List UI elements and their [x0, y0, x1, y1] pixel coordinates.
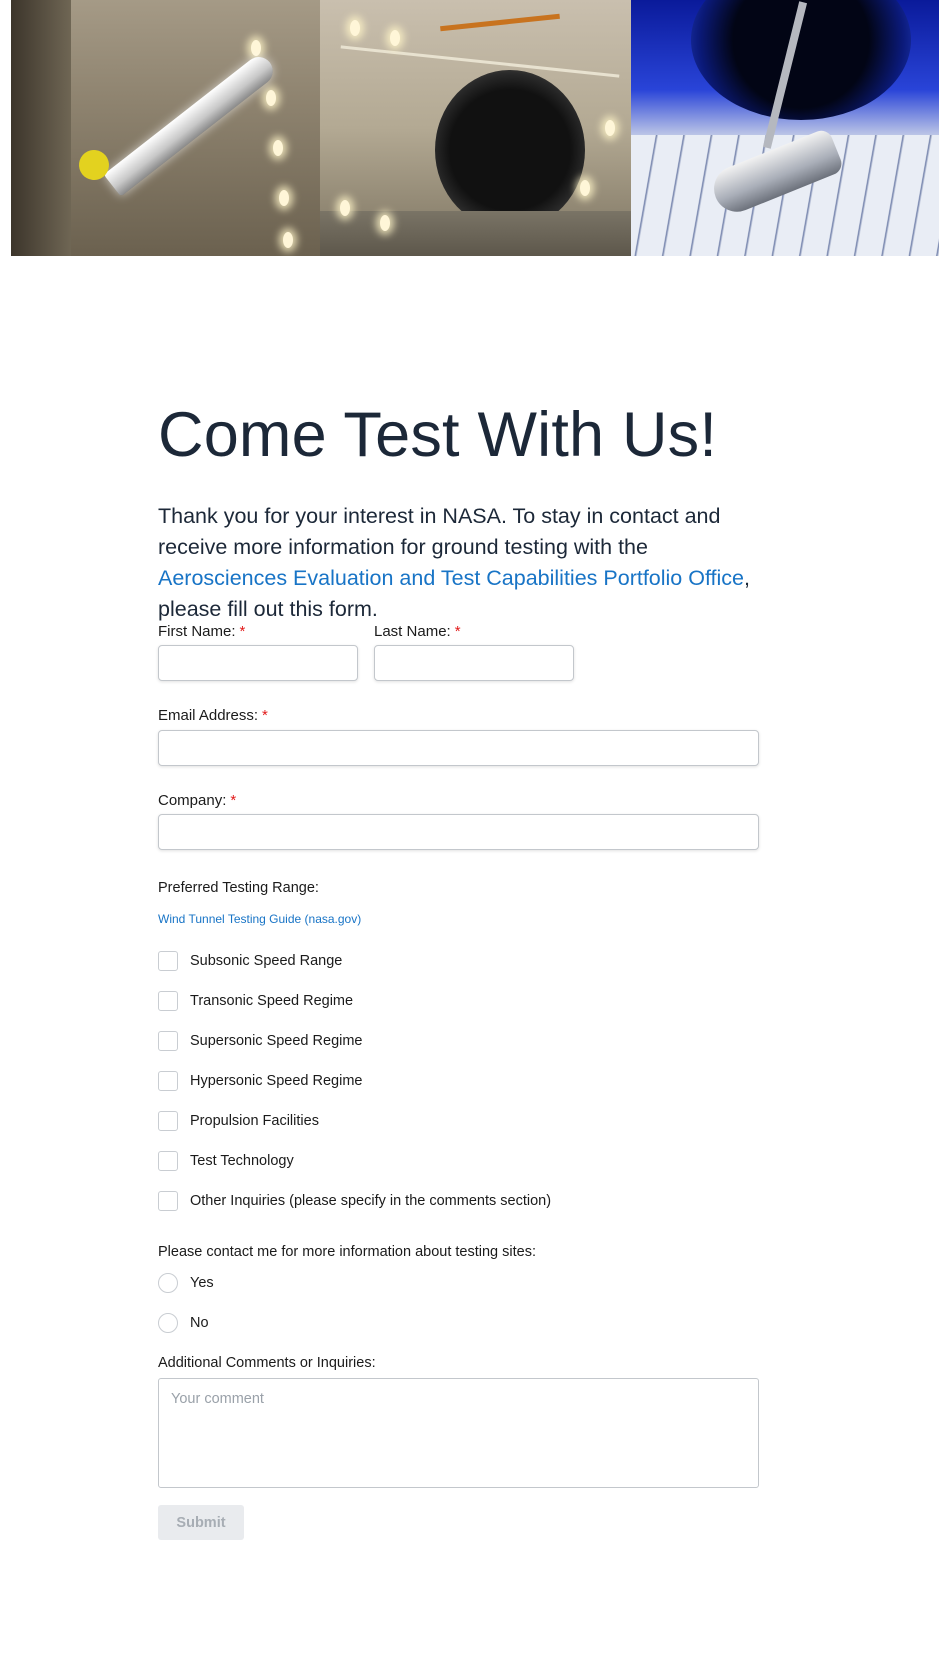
company-label: Company: * [158, 792, 237, 809]
checkbox[interactable] [158, 1191, 178, 1211]
option-label: Subsonic Speed Range [190, 953, 343, 969]
option-label: Other Inquiries (please specify in the c… [190, 1193, 552, 1209]
last-name-input[interactable] [374, 645, 574, 681]
hero-image-aircraft-model [631, 0, 939, 256]
checkbox[interactable] [158, 951, 178, 971]
contact-label: Please contact me for more information a… [158, 1244, 536, 1260]
page-title: Come Test With Us! [158, 400, 718, 470]
option-hypersonic[interactable]: Hypersonic Speed Regime [158, 1071, 362, 1091]
option-label: Test Technology [190, 1153, 294, 1169]
option-subsonic[interactable]: Subsonic Speed Range [158, 951, 342, 971]
option-label: No [190, 1315, 209, 1331]
checkbox[interactable] [158, 1071, 178, 1091]
option-supersonic[interactable]: Supersonic Speed Regime [158, 1031, 363, 1051]
first-name-label: First Name: * [158, 623, 246, 640]
option-label: Supersonic Speed Regime [190, 1033, 363, 1049]
option-label: Transonic Speed Regime [190, 993, 354, 1009]
email-label: Email Address: * [158, 707, 268, 724]
checkbox[interactable] [158, 1031, 178, 1051]
option-transonic[interactable]: Transonic Speed Regime [158, 991, 353, 1011]
option-other-inquiries[interactable]: Other Inquiries (please specify in the c… [158, 1191, 551, 1211]
hero-image-wind-tunnel [320, 0, 631, 256]
hero-banner [11, 0, 939, 256]
email-input[interactable] [158, 730, 759, 766]
submit-button[interactable]: Submit [158, 1505, 244, 1540]
contact-yes[interactable]: Yes [158, 1273, 214, 1293]
intro-text: Thank you for your interest in NASA. To … [158, 501, 768, 625]
portfolio-office-link[interactable]: Aerosciences Evaluation and Test Capabil… [158, 566, 744, 590]
option-propulsion[interactable]: Propulsion Facilities [158, 1111, 319, 1131]
form-header: Come Test With Us! Thank you for your in… [158, 404, 768, 625]
required-marker: * [454, 623, 461, 640]
testing-range-label: Preferred Testing Range: [158, 880, 319, 896]
intro-text-before: Thank you for your interest in NASA. To … [158, 504, 721, 559]
radio-button[interactable] [158, 1273, 178, 1293]
option-label: Hypersonic Speed Regime [190, 1073, 363, 1089]
first-name-input[interactable] [158, 645, 358, 681]
checkbox[interactable] [158, 1111, 178, 1131]
checkbox[interactable] [158, 991, 178, 1011]
last-name-label: Last Name: * [374, 623, 461, 640]
required-marker: * [239, 623, 246, 640]
hero-image-rocket-model [11, 0, 320, 256]
wind-tunnel-guide-link[interactable]: Wind Tunnel Testing Guide (nasa.gov) [158, 912, 361, 926]
company-input[interactable] [158, 814, 759, 850]
required-marker: * [230, 792, 237, 809]
option-test-technology[interactable]: Test Technology [158, 1151, 294, 1171]
option-label: Yes [190, 1275, 214, 1291]
comments-textarea[interactable] [158, 1378, 759, 1488]
option-label: Propulsion Facilities [190, 1113, 319, 1129]
checkbox[interactable] [158, 1151, 178, 1171]
required-marker: * [262, 707, 268, 724]
comments-label: Additional Comments or Inquiries: [158, 1355, 376, 1371]
radio-button[interactable] [158, 1313, 178, 1333]
contact-no[interactable]: No [158, 1313, 209, 1333]
